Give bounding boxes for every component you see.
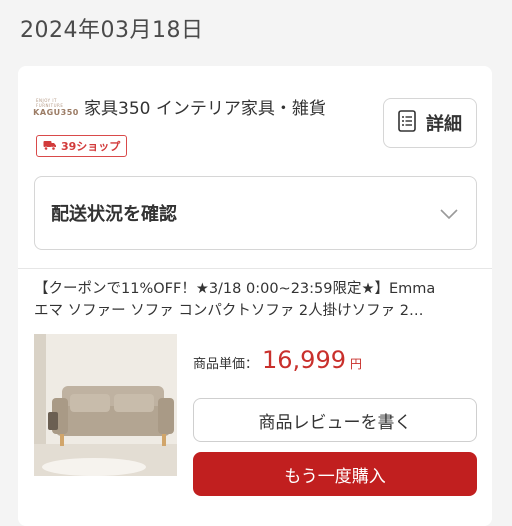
shop-logo-text: KAGU350 (33, 107, 79, 117)
shop-logo-tagline: ENJOY IT FURNITURE (36, 97, 64, 108)
shipping-status-row[interactable]: 配送状況を確認 (34, 176, 477, 250)
buy-again-button[interactable]: もう一度購入 (193, 452, 477, 496)
order-card: ENJOY IT FURNITURE KAGU350 家具350 インテリア家具… (18, 66, 492, 526)
product-title-line1: 【クーポンで11%OFF！★3/18 0:00~23:59限定★】Emma (34, 281, 436, 297)
detail-button-label: 詳細 (426, 114, 462, 135)
shop-badge: 39ショップ (36, 135, 128, 157)
shop-name[interactable]: 家具350 インテリア家具・雑貨 (84, 94, 326, 119)
product-title-line2: エマ ソファー ソファ コンパクトソファ 2人掛けソファ 2… (34, 303, 424, 319)
write-review-button[interactable]: 商品レビューを書く (193, 398, 477, 442)
product-title[interactable]: 【クーポンで11%OFF！★3/18 0:00~23:59限定★】Emma エマ… (34, 278, 480, 322)
delivery-truck-icon (43, 139, 57, 154)
shipping-status-label: 配送状況を確認 (51, 204, 177, 225)
price-label: 商品単価： (193, 357, 259, 372)
price-value: 16,999 (262, 346, 346, 374)
price-unit: 円 (350, 357, 363, 371)
chevron-down-icon (440, 204, 458, 223)
document-list-icon (398, 109, 416, 137)
order-date: 2024年03月18日 (20, 18, 204, 43)
divider (18, 268, 492, 269)
shop-logo: ENJOY IT FURNITURE KAGU350 (33, 97, 79, 117)
product-image[interactable] (34, 334, 177, 476)
shop-badge-label: 39ショップ (61, 140, 121, 153)
detail-button[interactable]: 詳細 (383, 98, 477, 148)
price-row: 商品単価： 16,999 円 (193, 346, 362, 374)
